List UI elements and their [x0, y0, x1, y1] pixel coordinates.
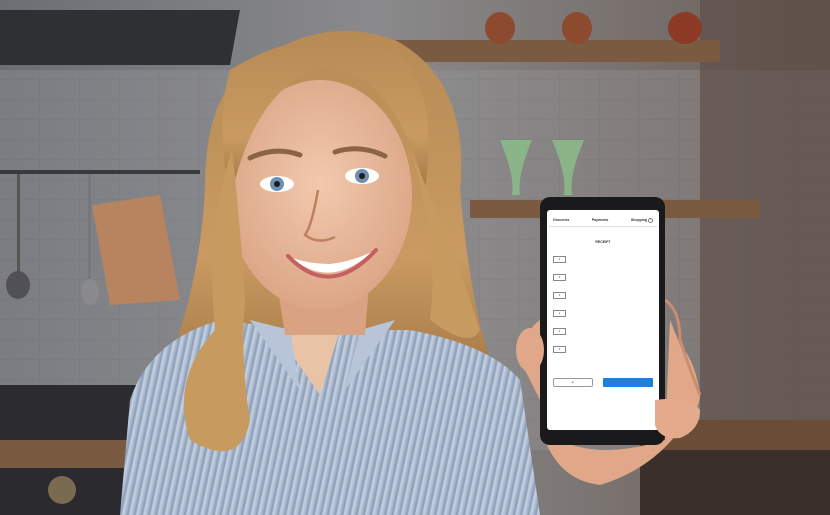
- quantity-box[interactable]: 1: [553, 273, 566, 281]
- tab-shopping[interactable]: Shopping: [630, 217, 653, 223]
- tab-groceries[interactable]: Groceries: [553, 218, 569, 222]
- quantity-box[interactable]: 1: [553, 345, 566, 353]
- receipt-title: RECEIPT: [595, 240, 611, 244]
- checkout-button[interactable]: [603, 378, 653, 387]
- action-bar: ⊕: [549, 378, 657, 387]
- phone-screen: Groceries Payments Shopping RECEIPT 1 1 …: [549, 214, 657, 428]
- quantity-box[interactable]: 1: [553, 327, 566, 335]
- photo: Groceries Payments Shopping RECEIPT 1 1 …: [0, 0, 830, 515]
- receipt-item: 1: [549, 340, 657, 358]
- settings-icon[interactable]: [648, 217, 653, 223]
- tab-shopping-label: Shopping: [630, 218, 647, 222]
- receipt-item: 1: [549, 268, 657, 286]
- quantity-box[interactable]: 1: [553, 291, 566, 299]
- share-icon: ⊕: [571, 381, 574, 384]
- tab-payments[interactable]: Payments: [592, 218, 609, 222]
- receipt-item: 1: [549, 286, 657, 304]
- receipt-item: 1: [549, 304, 657, 322]
- phone-tab-bar: Groceries Payments Shopping: [549, 214, 657, 227]
- quantity-box[interactable]: 1: [553, 309, 566, 317]
- kitchen-scene: [0, 0, 830, 515]
- share-button[interactable]: ⊕: [553, 378, 593, 387]
- receipt-item: 1: [549, 322, 657, 340]
- receipt-item: 1: [549, 250, 657, 268]
- quantity-box[interactable]: 1: [553, 255, 566, 263]
